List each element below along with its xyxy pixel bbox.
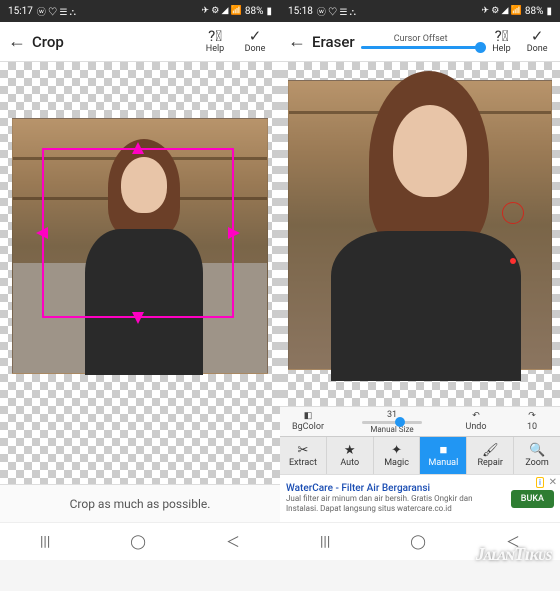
palette-icon: ◧: [304, 411, 313, 421]
recents-button[interactable]: |||: [40, 534, 50, 550]
help-icon: ?⃝: [495, 29, 509, 44]
clock: 15:18: [288, 6, 313, 17]
tool-settings-row: ◧ BgColor 31 Manual Size ↶ Undo ↷ 10: [280, 406, 560, 436]
manual-size-control[interactable]: 31 Manual Size: [336, 410, 448, 434]
crop-handle-left[interactable]: [36, 227, 48, 239]
battery-icon: ▮: [546, 6, 552, 17]
help-button[interactable]: ?⃝ Help: [198, 29, 232, 54]
square-icon: ■: [439, 444, 447, 457]
wand-icon: ✦: [391, 444, 402, 457]
back-button[interactable]: ＜: [226, 532, 240, 552]
tab-magic[interactable]: ✦Magic: [374, 437, 421, 474]
cursor-offset-label: Cursor Offset: [394, 34, 448, 44]
home-button[interactable]: ◯: [130, 534, 146, 550]
status-bar: 15:17 ⓦ ♡ ☰ ⛬ ✈ ⚙ ◢ 📶 88% ▮: [0, 0, 280, 22]
back-icon[interactable]: ←: [8, 31, 26, 52]
status-icons-right: ✈ ⚙ ◢ 📶: [201, 6, 241, 16]
bgcolor-button[interactable]: ◧ BgColor: [280, 411, 336, 432]
done-button[interactable]: ✓ Done: [238, 29, 272, 54]
redo-button[interactable]: ↷ 10: [504, 411, 560, 432]
back-button[interactable]: ＜: [506, 532, 520, 552]
zoom-icon: 🔍: [529, 444, 545, 457]
help-button[interactable]: ?⃝ Help: [487, 29, 517, 54]
ad-close-icon[interactable]: ✕: [549, 477, 557, 488]
page-title: Eraser: [312, 33, 355, 51]
toolbar: ← Eraser Cursor Offset ?⃝ Help ✓ Done: [280, 22, 560, 62]
photo: [288, 80, 552, 370]
eraser-canvas[interactable]: [280, 62, 560, 406]
android-navbar: ||| ◯ ＜: [0, 522, 280, 560]
tab-extract[interactable]: ✂Extract: [280, 437, 327, 474]
undo-icon: ↶: [472, 411, 480, 421]
page-title: Crop: [32, 33, 64, 51]
cursor-offset-slider[interactable]: [361, 46, 481, 49]
battery-icon: ▮: [266, 6, 272, 17]
tab-auto[interactable]: ★Auto: [327, 437, 374, 474]
ad-banner[interactable]: WaterCare - Filter Air Bergaransi Jual f…: [280, 474, 560, 522]
status-bar: 15:18 ⓦ ♡ ☰ ⛬ ✈ ⚙ ◢ 📶 88% ▮: [280, 0, 560, 22]
eraser-cursor-dot: [510, 258, 516, 264]
tab-manual[interactable]: ■Manual: [420, 437, 467, 474]
clock: 15:17: [8, 6, 33, 17]
recents-button[interactable]: |||: [320, 534, 330, 550]
slider-thumb[interactable]: [475, 42, 486, 53]
eraser-cursor-ring: [502, 202, 524, 224]
ad-description: Jual filter air minum dan air bersih. Gr…: [286, 494, 505, 513]
status-icons-right: ✈ ⚙ ◢ 📶: [481, 6, 521, 16]
check-icon: ✓: [249, 29, 262, 44]
star-icon: ★: [344, 444, 356, 457]
check-icon: ✓: [531, 29, 544, 44]
message-bar: Crop as much as possible.: [0, 484, 280, 522]
ad-info-icon[interactable]: i: [536, 477, 544, 488]
status-icons-left: ⓦ ♡ ☰ ⛬: [37, 5, 76, 18]
manual-size-slider[interactable]: [362, 421, 422, 424]
extract-icon: ✂: [297, 444, 308, 457]
tab-zoom[interactable]: 🔍Zoom: [514, 437, 560, 474]
help-icon: ?⃝: [208, 29, 222, 44]
undo-button[interactable]: ↶ Undo: [448, 411, 504, 432]
crop-rectangle[interactable]: [42, 148, 234, 318]
crop-handle-top[interactable]: [132, 142, 144, 154]
back-icon[interactable]: ←: [288, 31, 306, 52]
toolbar: ← Crop ?⃝ Help ✓ Done: [0, 22, 280, 62]
ad-title: WaterCare - Filter Air Bergaransi: [286, 483, 505, 494]
status-icons-left: ⓦ ♡ ☰ ⛬: [317, 5, 356, 18]
home-button[interactable]: ◯: [410, 534, 426, 550]
android-navbar: ||| ◯ ＜: [280, 522, 560, 560]
battery-text: 88%: [245, 6, 264, 17]
crop-handle-right[interactable]: [228, 227, 240, 239]
phone-right: 15:18 ⓦ ♡ ☰ ⛬ ✈ ⚙ ◢ 📶 88% ▮ ← Eraser Cur…: [280, 0, 560, 560]
tab-repair[interactable]: 🖌Repair: [467, 437, 514, 474]
done-button[interactable]: ✓ Done: [522, 29, 552, 54]
tool-tabs: ✂Extract ★Auto ✦Magic ■Manual 🖌Repair 🔍Z…: [280, 436, 560, 474]
phone-left: 15:17 ⓦ ♡ ☰ ⛬ ✈ ⚙ ◢ 📶 88% ▮ ← Crop ?⃝ He…: [0, 0, 280, 560]
ad-cta-button[interactable]: BUKA: [511, 490, 554, 508]
crop-handle-bottom[interactable]: [132, 312, 144, 324]
slider-thumb[interactable]: [395, 417, 405, 427]
crop-canvas[interactable]: Crop as much as possible.: [0, 62, 280, 522]
brush-icon: 🖌: [482, 444, 499, 457]
redo-icon: ↷: [528, 411, 536, 421]
battery-text: 88%: [525, 6, 544, 17]
